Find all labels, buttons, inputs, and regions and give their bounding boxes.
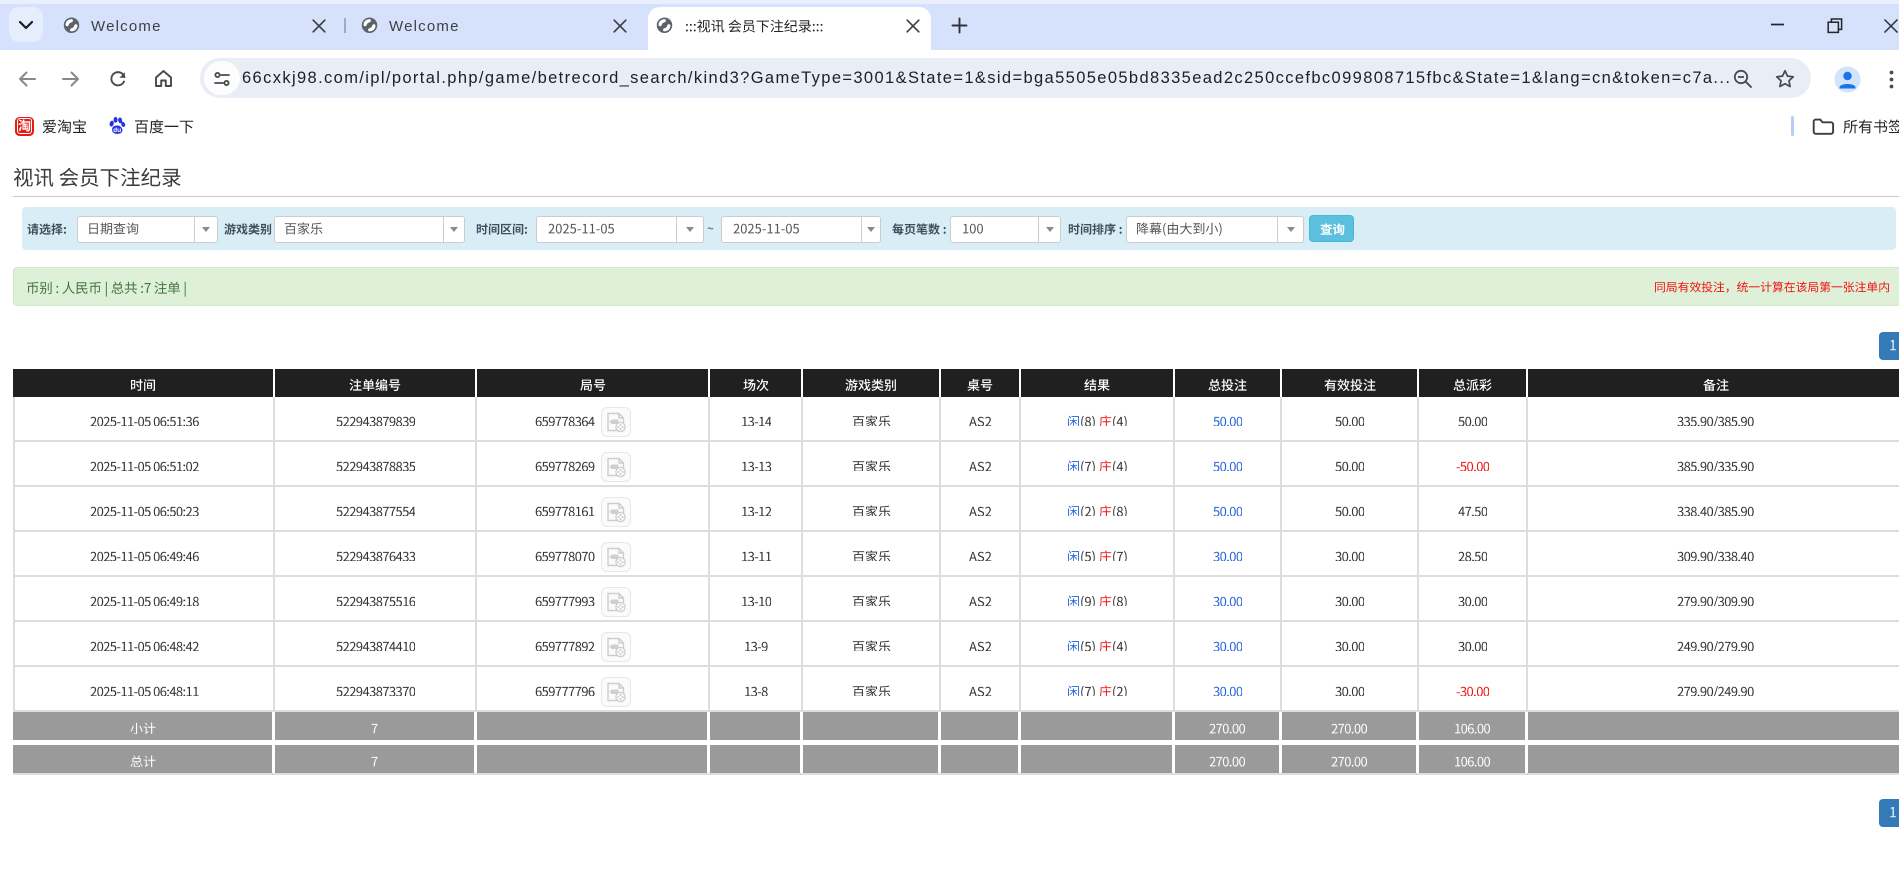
svg-text:du: du [113,126,121,133]
